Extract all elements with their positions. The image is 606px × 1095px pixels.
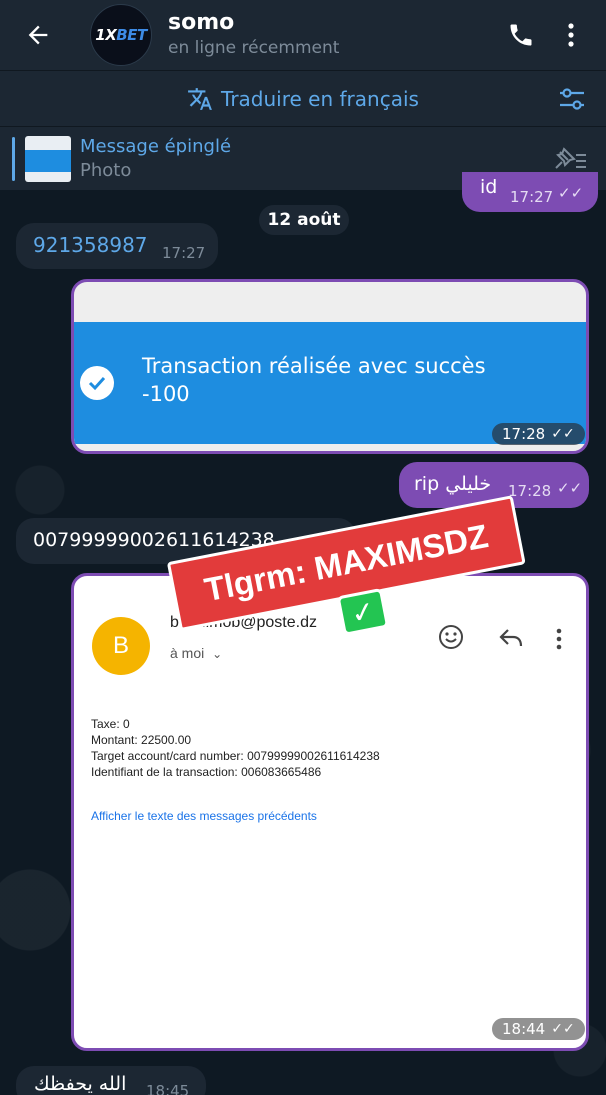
email-link-previous: Afficher le texte des messages précédent… [91,809,317,823]
email-line-account: Target account/card number: 007999990026… [91,749,380,763]
chat-status: en ligne récemment [168,38,340,58]
pin-indicator [12,136,15,181]
arrow-left-icon [28,25,48,45]
photo-time-badge: 17:28 ✓✓ [492,423,585,445]
translate-bar[interactable]: Traduire en français [0,70,606,126]
photo-message-email[interactable]: B baridimob@poste.dz à moi ⌄ Taxe: 0 Mon… [71,573,589,1051]
translate-icon [188,87,212,110]
message-time: 17:27 [510,188,554,206]
chat-header: 1XBET somo en ligne récemment [0,0,606,70]
more-menu-button[interactable] [546,5,596,65]
back-button[interactable] [8,5,68,65]
reply-icon [499,629,523,647]
pinned-title: Message épinglé [80,135,232,157]
chat-name: somo [168,10,235,35]
call-button[interactable] [496,5,546,65]
read-receipt-icon: ✓✓ [551,1021,575,1037]
pinned-photo-thumbnail [25,135,71,182]
message-time: 17:28 [508,482,552,500]
message-time: 17:27 [162,244,206,262]
check-circle-icon [80,366,114,400]
date-separator: 12 août [259,205,349,235]
read-receipt-icon: ✓✓ [551,426,575,442]
transaction-status-text: Transaction réalisée avec succès [142,354,486,378]
phone-icon [510,24,532,46]
more-vertical-icon [568,23,574,47]
translate-label: Traduire en français [221,86,419,111]
translate-settings-button[interactable] [556,83,588,115]
email-line-tax: Taxe: 0 [91,717,130,731]
photo-message-transaction[interactable]: Transaction réalisée avec succès -100 17… [71,279,589,454]
transaction-amount: -100 [142,382,190,406]
sliders-icon [560,88,584,110]
avatar[interactable]: 1XBET [90,4,152,66]
email-line-transaction-id: Identifiant de la transaction: 006083665… [91,765,322,779]
photo-time-badge: 18:44 ✓✓ [492,1018,585,1040]
message-bubble-incoming[interactable]: 921358987 17:27 [16,223,218,269]
message-bubble-incoming[interactable]: الله يحفظك 18:45 [16,1066,206,1095]
message-time: 18:45 [146,1082,190,1095]
message-text: 921358987 [33,233,148,257]
message-text: الله يحفظك [34,1073,127,1095]
pin-list-icon [555,146,586,169]
more-vertical-icon [556,628,562,650]
read-receipt-icon: ✓✓ [558,184,584,202]
chat-title-block[interactable]: somo en ligne récemment [168,10,496,60]
message-bubble-outgoing[interactable]: id 17:27 ✓✓ [462,172,598,212]
email-line-amount: Montant: 22500.00 [91,733,192,747]
email-avatar: B [92,617,150,675]
message-text: id [480,176,498,198]
read-receipt-icon: ✓✓ [557,479,583,497]
emoji-react-icon [439,625,463,649]
